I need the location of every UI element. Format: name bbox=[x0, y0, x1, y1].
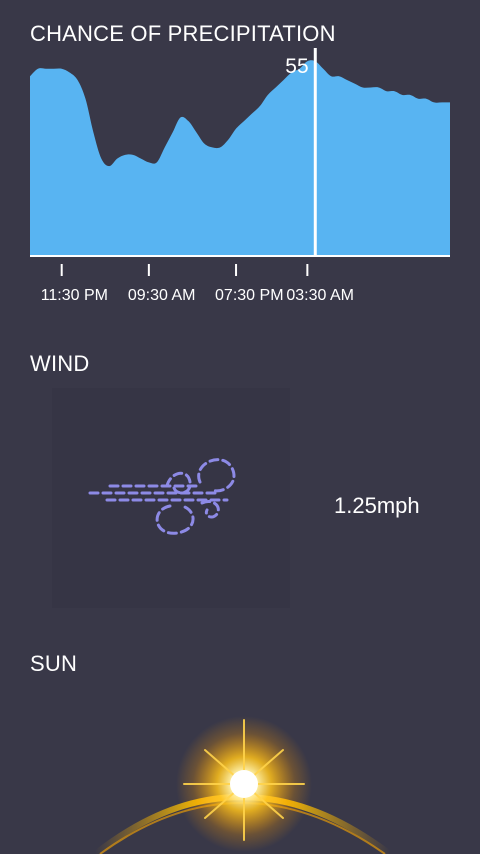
wind-speed-value: 1.25mph bbox=[334, 493, 420, 518]
x-tick-label: 09:30 AM bbox=[128, 287, 196, 304]
x-tick-label: 03:30 AM bbox=[286, 287, 354, 304]
precipitation-chart: 11:30 PM 09:30 AM 07:30 PM 03:30 AM 55 bbox=[30, 48, 450, 304]
sun-title: SUN bbox=[30, 651, 78, 676]
current-value-label: 55 bbox=[285, 55, 308, 78]
x-tick-label: 11:30 PM bbox=[41, 287, 108, 304]
x-tick-label: 07:30 PM bbox=[215, 287, 283, 304]
wind-title: WIND bbox=[30, 351, 90, 376]
wind-card bbox=[52, 388, 290, 608]
sunrise-icon bbox=[93, 716, 392, 854]
wind-icon bbox=[88, 458, 236, 535]
precipitation-area bbox=[30, 60, 450, 256]
